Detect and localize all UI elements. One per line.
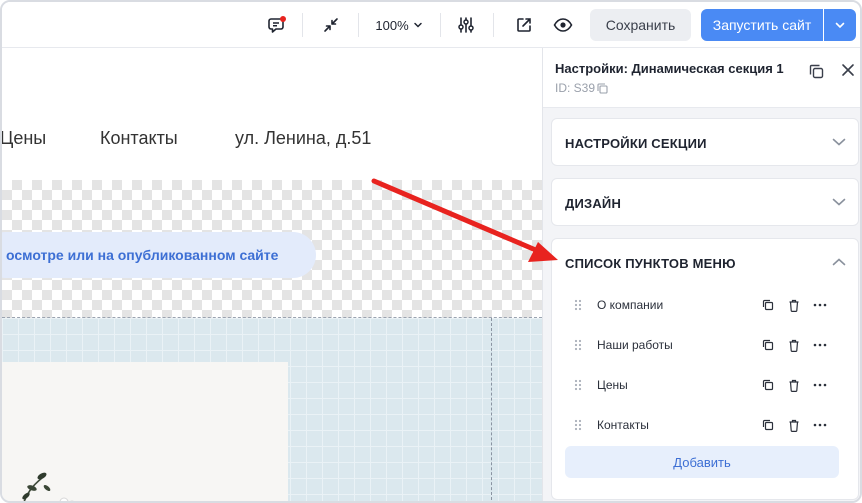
chevron-down-icon[interactable] <box>832 197 846 207</box>
site-nav-item-contacts[interactable]: Контакты <box>100 128 178 149</box>
toolbar-divider <box>493 13 494 37</box>
more-options-icon[interactable] <box>812 417 828 433</box>
collapse-icon[interactable] <box>318 9 344 41</box>
section-image[interactable] <box>2 362 288 501</box>
menu-list-item[interactable]: Наши работы <box>574 325 844 365</box>
settings-panel: Настройки: Динамическая секция 1 ID: S39 <box>542 48 860 501</box>
duplicate-icon[interactable] <box>807 62 825 80</box>
accordion-title: НАСТРОЙКИ СЕКЦИИ <box>565 136 707 151</box>
menu-list-item[interactable]: О компании <box>574 285 844 325</box>
menu-list-item[interactable]: Цены <box>574 365 844 405</box>
close-icon[interactable] <box>839 61 857 79</box>
section-id: ID: S39 <box>555 81 608 95</box>
duplicate-icon[interactable] <box>760 297 776 313</box>
drag-handle-icon[interactable] <box>574 378 584 392</box>
editor-canvas[interactable]: Цены Контакты ул. Ленина, д.51 осмотре и… <box>2 48 542 501</box>
save-button[interactable]: Сохранить <box>590 9 691 41</box>
drag-handle-icon[interactable] <box>574 298 584 312</box>
chevron-down-icon <box>835 22 845 29</box>
drag-handle-icon[interactable] <box>574 418 584 432</box>
accordion-title[interactable]: СПИСОК ПУНКТОВ МЕНЮ <box>565 256 736 271</box>
zoom-value: 100% <box>375 17 409 33</box>
zoom-select[interactable]: 100% <box>370 9 428 41</box>
trash-icon[interactable] <box>786 377 802 393</box>
launch-site-button[interactable]: Запустить сайт <box>701 9 823 41</box>
drag-handle-icon[interactable] <box>574 338 584 352</box>
menu-item-label: О компании <box>597 298 664 312</box>
duplicate-icon[interactable] <box>760 417 776 433</box>
preview-notice: осмотре или на опубликованном сайте <box>2 232 316 278</box>
panel-header: Настройки: Динамическая секция 1 ID: S39 <box>543 48 860 108</box>
chevron-up-icon[interactable] <box>832 257 846 267</box>
top-toolbar: 100% Сохранить Запустить сайт <box>2 2 860 48</box>
more-options-icon[interactable] <box>812 297 828 313</box>
external-link-icon[interactable] <box>511 9 537 41</box>
trash-icon[interactable] <box>786 297 802 313</box>
menu-item-label: Контакты <box>597 418 649 432</box>
chevron-down-icon <box>413 22 422 28</box>
plant-decoration <box>22 472 74 501</box>
copy-icon[interactable] <box>597 82 608 94</box>
chevron-down-icon[interactable] <box>832 137 846 147</box>
column-guide <box>491 318 492 501</box>
design-accordion[interactable]: ДИЗАЙН <box>551 178 859 226</box>
menu-item-label: Цены <box>597 378 628 392</box>
more-options-icon[interactable] <box>812 337 828 353</box>
sliders-icon[interactable] <box>453 9 479 41</box>
toolbar-divider <box>358 13 359 37</box>
comments-icon[interactable] <box>264 9 290 41</box>
toolbar-divider <box>302 13 303 37</box>
trash-icon[interactable] <box>786 337 802 353</box>
section-boundary <box>2 317 542 318</box>
add-menu-item-button[interactable]: Добавить <box>565 446 839 478</box>
menu-items-accordion: СПИСОК ПУНКТОВ МЕНЮ О компании Наши рабо… <box>551 238 859 500</box>
accordion-title: ДИЗАЙН <box>565 196 622 211</box>
panel-title: Настройки: Динамическая секция 1 <box>555 61 784 76</box>
more-options-icon[interactable] <box>812 377 828 393</box>
site-nav-item-prices[interactable]: Цены <box>2 128 46 149</box>
duplicate-icon[interactable] <box>760 337 776 353</box>
preview-eye-icon[interactable] <box>550 9 576 41</box>
menu-list-item[interactable]: Контакты <box>574 405 844 445</box>
section-settings-accordion[interactable]: НАСТРОЙКИ СЕКЦИИ <box>551 118 859 166</box>
section-id-text: ID: S39 <box>555 81 596 95</box>
duplicate-icon[interactable] <box>760 377 776 393</box>
menu-item-label: Наши работы <box>597 338 673 352</box>
launch-options-button[interactable] <box>824 9 856 41</box>
toolbar-divider <box>440 13 441 37</box>
trash-icon[interactable] <box>786 417 802 433</box>
site-address: ул. Ленина, д.51 <box>235 128 372 148</box>
app-window: 100% Сохранить Запустить сайт Цены Конта… <box>0 0 862 503</box>
